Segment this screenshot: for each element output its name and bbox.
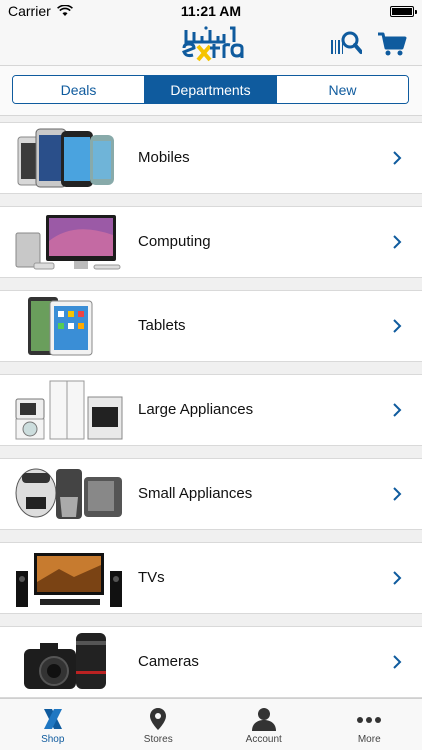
person-icon	[251, 708, 276, 731]
wifi-icon	[56, 5, 73, 16]
department-row-small-appliances[interactable]: Small Appliances	[0, 458, 422, 530]
tab-account[interactable]: Account	[211, 699, 317, 750]
tab-label: More	[357, 734, 381, 745]
chevron-right-icon	[393, 319, 402, 333]
shop-x-icon	[43, 709, 62, 729]
department-label: Computing	[138, 233, 211, 250]
department-label: Small Appliances	[138, 485, 253, 502]
computing-thumbnail	[15, 215, 121, 270]
department-row-computing[interactable]: Computing	[0, 206, 422, 278]
battery-icon	[390, 5, 417, 17]
department-label: Cameras	[138, 653, 199, 670]
department-label: Tablets	[138, 317, 186, 334]
department-row-large-appliances[interactable]: Large Appliances	[0, 374, 422, 446]
tab-label: Stores	[143, 734, 173, 745]
mobiles-thumbnail	[17, 128, 114, 188]
large-appliances-thumbnail	[15, 380, 123, 440]
department-row-cameras[interactable]: Cameras	[0, 626, 422, 698]
shopping-cart-icon[interactable]	[376, 30, 408, 58]
small-appliances-thumbnail	[15, 468, 122, 519]
tab-stores[interactable]: Stores	[106, 699, 212, 750]
tab-shop[interactable]: Shop	[0, 699, 106, 750]
department-label: Mobiles	[138, 149, 190, 166]
segment-deals[interactable]: Deals	[13, 76, 144, 103]
segment-departments[interactable]: Departments	[144, 76, 276, 103]
tab-label: Shop	[41, 734, 65, 745]
chevron-right-icon	[393, 487, 402, 501]
more-dots-icon	[357, 717, 382, 723]
navigation-bar	[0, 22, 422, 66]
chevron-right-icon	[393, 571, 402, 585]
department-label: Large Appliances	[138, 401, 254, 418]
barcode-search-icon[interactable]	[330, 30, 362, 58]
cameras-thumbnail	[24, 633, 106, 689]
chevron-right-icon	[393, 403, 402, 417]
segment-bar: Deals Departments New	[0, 66, 422, 116]
segmented-control: Deals Departments New	[12, 75, 409, 104]
extra-logo[interactable]	[180, 24, 244, 62]
department-row-mobiles[interactable]: Mobiles	[0, 122, 422, 194]
tablets-thumbnail	[28, 297, 93, 356]
tab-bar: Shop Stores Account More	[0, 698, 422, 750]
tab-more[interactable]: More	[317, 699, 422, 750]
carrier-label: Carrier	[8, 3, 51, 19]
department-list: Mobiles Computing Tablets Large Applianc…	[0, 116, 422, 698]
department-row-tvs[interactable]: TVs	[0, 542, 422, 614]
status-bar: Carrier 11:21 AM	[0, 0, 422, 22]
location-pin-icon	[150, 708, 167, 730]
chevron-right-icon	[393, 235, 402, 249]
chevron-right-icon	[393, 655, 402, 669]
chevron-right-icon	[393, 151, 402, 165]
tvs-thumbnail	[16, 553, 122, 607]
department-label: TVs	[138, 569, 165, 586]
segment-new[interactable]: New	[276, 76, 408, 103]
tab-label: Account	[245, 734, 282, 745]
department-row-tablets[interactable]: Tablets	[0, 290, 422, 362]
